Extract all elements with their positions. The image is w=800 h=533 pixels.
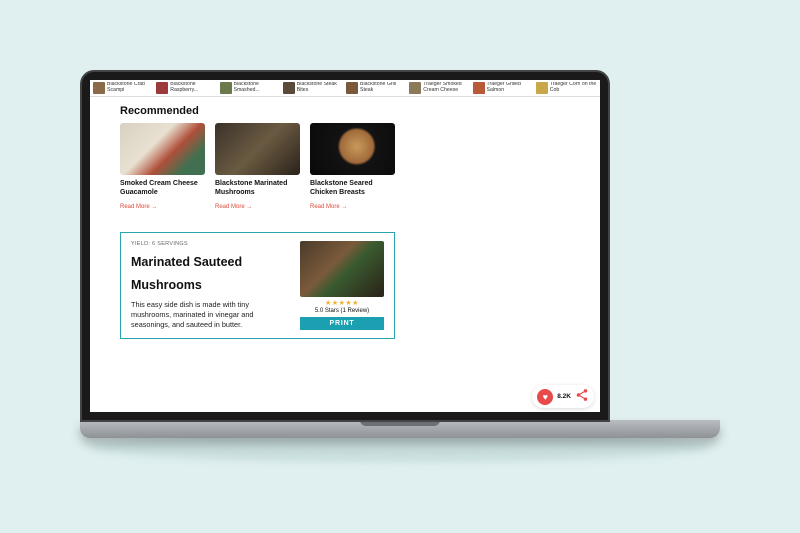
recommended-card[interactable]: Blackstone Seared Chicken Breasts Read M… xyxy=(310,123,395,210)
topnav-label: Blackstone Steak Bites xyxy=(297,82,344,93)
topnav-label: Blackstone Smashed... xyxy=(234,82,281,93)
topnav-thumb-icon xyxy=(156,82,168,94)
topnav-item[interactable]: Blackstone Steak Bites xyxy=(283,82,344,94)
topnav-item[interactable]: Traeger Corn on the Cob xyxy=(536,82,597,94)
share-button[interactable] xyxy=(575,388,589,405)
topnav-item[interactable]: Traeger Smoked Cream Cheese xyxy=(409,82,470,94)
print-button[interactable]: PRINT xyxy=(300,317,384,330)
recommended-heading: Recommended xyxy=(120,105,570,117)
topnav-label: Blackstone Grill Steak xyxy=(360,82,407,93)
read-more-link[interactable]: Read More → xyxy=(215,204,300,210)
main-content: Recommended Smoked Cream Cheese Guacamol… xyxy=(90,97,600,347)
screen: Blackstone Crab Scampi Blackstone Raspbe… xyxy=(90,80,600,412)
recommended-title: Smoked Cream Cheese Guacamole xyxy=(120,180,205,198)
like-count: 8.2K xyxy=(557,393,571,400)
recipe-description: This easy side dish is made with tiny mu… xyxy=(131,300,290,330)
topnav-thumb-icon xyxy=(346,82,358,94)
recipe-info: YIELD: 6 SERVINGS Marinated Sauteed Mush… xyxy=(131,241,290,330)
rating-text: 5.0 Stars (1 Review) xyxy=(300,308,384,314)
recipe-image xyxy=(300,241,384,297)
recommended-image xyxy=(310,123,395,175)
topnav-item[interactable]: Blackstone Smashed... xyxy=(220,82,281,94)
recommended-title: Blackstone Marinated Mushrooms xyxy=(215,180,300,198)
laptop-mockup: Blackstone Crab Scampi Blackstone Raspbe… xyxy=(80,70,720,462)
recommended-card[interactable]: Blackstone Marinated Mushrooms Read More… xyxy=(215,123,300,210)
recommended-title: Blackstone Seared Chicken Breasts xyxy=(310,180,395,198)
topnav-thumb-icon xyxy=(473,82,485,94)
topnav-label: Blackstone Raspberry... xyxy=(170,82,217,93)
topnav-thumb-icon xyxy=(536,82,548,94)
topnav-item[interactable]: Traeger Grilled Salmon xyxy=(473,82,534,94)
like-button[interactable]: ♥ xyxy=(537,389,553,405)
topnav-label: Traeger Corn on the Cob xyxy=(550,82,597,93)
topnav-item[interactable]: Blackstone Raspberry... xyxy=(156,82,217,94)
topnav-thumb-icon xyxy=(283,82,295,94)
top-recipe-nav: Blackstone Crab Scampi Blackstone Raspbe… xyxy=(90,80,600,97)
recommended-image xyxy=(120,123,205,175)
star-rating-icon: ★★★★★ xyxy=(300,299,384,307)
recipe-title: Marinated Sauteed Mushrooms xyxy=(131,251,290,296)
read-more-link[interactable]: Read More → xyxy=(310,204,395,210)
floating-share-bar: ♥ 8.2K xyxy=(532,385,594,408)
topnav-thumb-icon xyxy=(93,82,105,94)
topnav-label: Traeger Smoked Cream Cheese xyxy=(423,82,470,93)
recipe-card: YIELD: 6 SERVINGS Marinated Sauteed Mush… xyxy=(120,232,395,339)
screen-frame: Blackstone Crab Scampi Blackstone Raspbe… xyxy=(80,70,610,422)
heart-icon: ♥ xyxy=(543,392,548,402)
topnav-label: Blackstone Crab Scampi xyxy=(107,82,154,93)
recommended-image xyxy=(215,123,300,175)
recommended-row: Smoked Cream Cheese Guacamole Read More … xyxy=(120,123,570,210)
topnav-item[interactable]: Blackstone Crab Scampi xyxy=(93,82,154,94)
recommended-card[interactable]: Smoked Cream Cheese Guacamole Read More … xyxy=(120,123,205,210)
recipe-side: ★★★★★ 5.0 Stars (1 Review) PRINT xyxy=(300,241,384,330)
topnav-item[interactable]: Blackstone Grill Steak xyxy=(346,82,407,94)
laptop-base xyxy=(80,420,720,438)
topnav-label: Traeger Grilled Salmon xyxy=(487,82,534,93)
topnav-thumb-icon xyxy=(220,82,232,94)
topnav-thumb-icon xyxy=(409,82,421,94)
read-more-link[interactable]: Read More → xyxy=(120,204,205,210)
recipe-yield: YIELD: 6 SERVINGS xyxy=(131,241,290,247)
share-icon xyxy=(575,388,589,402)
